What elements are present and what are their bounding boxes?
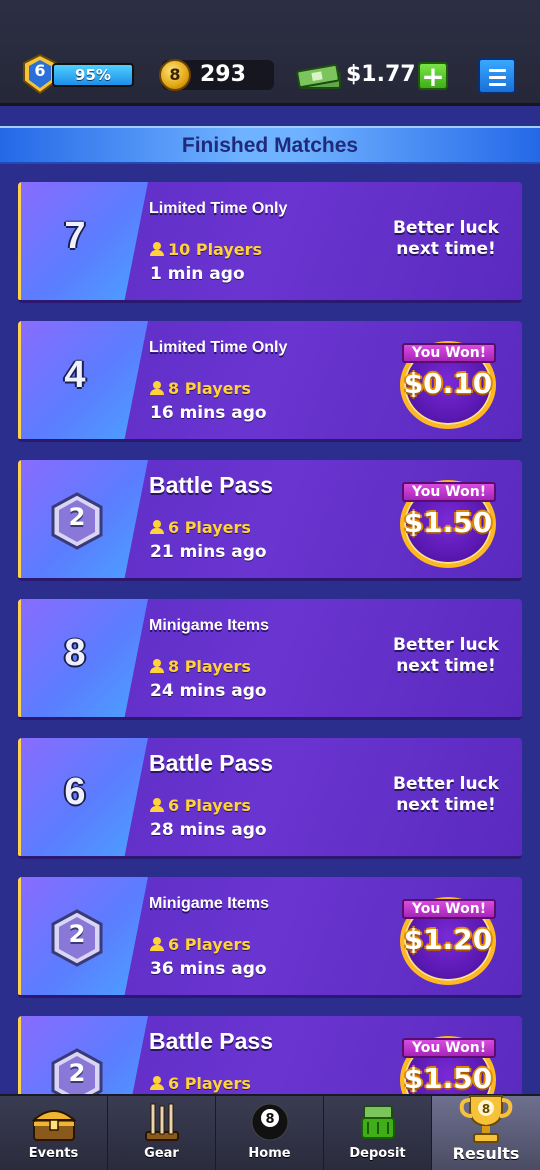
match-title: Battle Pass <box>149 472 274 498</box>
plus-icon: + <box>421 60 445 93</box>
cash-balance[interactable]: $1.77 <box>346 62 416 87</box>
match-card[interactable]: 8 Minigame Items 8 Players 24 mins ago B… <box>18 599 522 720</box>
eight-ball-icon: 8 <box>251 1103 289 1141</box>
match-time: 16 mins ago <box>150 403 267 423</box>
match-card[interactable]: 6 Battle Pass 6 Players 28 mins ago Bett… <box>18 738 522 859</box>
nav-results[interactable]: 8 Results <box>432 1095 540 1170</box>
xp-progress-bar: 95% <box>52 63 134 87</box>
match-time: 28 mins ago <box>150 820 267 840</box>
won-ribbon: You Won! <box>402 899 496 919</box>
person-icon <box>150 1076 164 1090</box>
bottom-nav: Events Gear 8 Home Deposit 8 Results <box>0 1094 540 1170</box>
result-text: Better luck next time! <box>393 774 499 815</box>
player-count: 6 Players <box>150 1074 251 1093</box>
cue-rack-icon <box>145 1103 179 1141</box>
xp-percent: 95% <box>75 66 111 84</box>
top-bar: 6 95% 8 293 $1.77 + <box>0 0 540 106</box>
nav-label: Events <box>28 1146 79 1161</box>
player-count: 8 Players <box>150 379 251 398</box>
treasure-chest-icon <box>31 1110 77 1141</box>
rank-hex-badge: 2 <box>50 492 104 550</box>
match-title: Limited Time Only <box>149 200 288 217</box>
person-icon <box>150 798 164 812</box>
svg-text:8: 8 <box>265 1112 274 1127</box>
svg-text:8: 8 <box>482 1102 490 1116</box>
player-count: 8 Players <box>150 657 251 676</box>
match-title: Minigame Items <box>149 895 270 912</box>
person-icon <box>150 659 164 673</box>
nav-label: Results <box>452 1144 520 1163</box>
cash-basket-icon <box>361 1105 395 1139</box>
person-icon <box>150 937 164 951</box>
trophy-icon: 8 <box>459 1095 513 1143</box>
result-text: Better luck next time! <box>393 218 499 259</box>
match-title: Limited Time Only <box>149 339 288 356</box>
person-icon <box>150 381 164 395</box>
player-count: 6 Players <box>150 935 251 954</box>
match-card[interactable]: 4 Limited Time Only 8 Players 16 mins ag… <box>18 321 522 442</box>
menu-button[interactable] <box>478 58 516 94</box>
match-time: 1 min ago <box>150 264 245 284</box>
match-time: 36 mins ago <box>150 959 267 979</box>
nav-label: Home <box>248 1146 291 1161</box>
match-title: Battle Pass <box>149 750 274 776</box>
nav-home[interactable]: 8 Home <box>216 1096 324 1170</box>
rank-number: 8 <box>64 632 86 674</box>
match-card[interactable]: 7 Limited Time Only 10 Players 1 min ago… <box>18 182 522 303</box>
match-title: Battle Pass <box>149 1028 274 1054</box>
rank-hex-badge: 2 <box>50 909 104 967</box>
add-cash-button[interactable]: + <box>418 60 448 93</box>
nav-gear[interactable]: Gear <box>108 1096 216 1170</box>
person-icon <box>150 520 164 534</box>
person-icon <box>150 242 164 256</box>
rank-number: 7 <box>64 215 86 257</box>
rank-number: 4 <box>64 354 86 396</box>
page-title: Finished Matches <box>181 134 359 157</box>
cash-stack-icon <box>296 63 341 89</box>
match-time: 21 mins ago <box>150 542 267 562</box>
nav-events[interactable]: Events <box>0 1096 108 1170</box>
player-count: 6 Players <box>150 518 251 537</box>
nav-label: Gear <box>144 1146 179 1161</box>
nav-label: Deposit <box>349 1146 406 1161</box>
coin-count: 293 <box>200 62 246 87</box>
match-card[interactable]: 2 Battle Pass 6 Players 21 mins ago You … <box>18 460 522 581</box>
won-ribbon: You Won! <box>402 1038 496 1058</box>
coin-icon: 8 <box>159 59 191 91</box>
won-badge: You Won! $1.20 <box>390 887 510 987</box>
result-text: Better luck next time! <box>393 635 499 676</box>
won-amount: $0.10 <box>403 367 493 400</box>
won-ribbon: You Won! <box>402 482 496 502</box>
player-count: 10 Players <box>150 240 262 259</box>
won-amount: $1.20 <box>403 923 493 956</box>
match-title: Minigame Items <box>149 617 270 634</box>
won-badge: You Won! $0.10 <box>390 331 510 431</box>
won-ribbon: You Won! <box>402 343 496 363</box>
rank-number: 6 <box>64 771 86 813</box>
nav-deposit[interactable]: Deposit <box>324 1096 432 1170</box>
won-badge: You Won! $1.50 <box>390 470 510 570</box>
won-amount: $1.50 <box>403 506 493 539</box>
section-header: Finished Matches <box>0 126 540 164</box>
match-card[interactable]: 2 Minigame Items 6 Players 36 mins ago Y… <box>18 877 522 998</box>
match-time: 24 mins ago <box>150 681 267 701</box>
player-count: 6 Players <box>150 796 251 815</box>
